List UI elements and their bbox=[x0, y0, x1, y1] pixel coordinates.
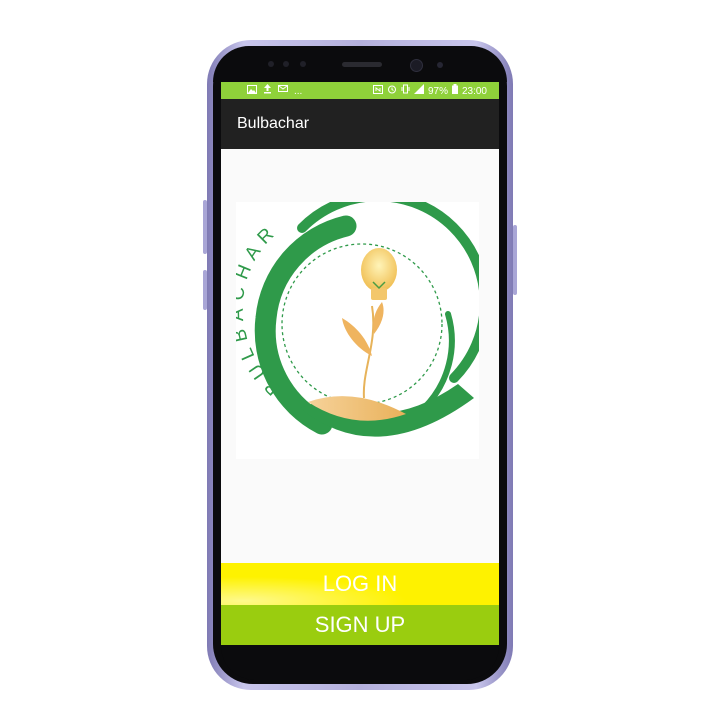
front-camera bbox=[410, 59, 423, 72]
upload-icon bbox=[263, 84, 272, 98]
proximity-sensor bbox=[268, 61, 274, 67]
power-button bbox=[513, 225, 517, 295]
app-bar: Bulbachar bbox=[221, 99, 499, 149]
signup-button[interactable]: SIGN UP bbox=[221, 605, 499, 645]
light-sensor bbox=[283, 61, 289, 67]
clock-time: 23:00 bbox=[461, 85, 487, 97]
status-right: 97% 23:00 bbox=[372, 84, 487, 98]
phone-screen: ... 97% 23:00 Bulbachar BU AR LOG IN SIG… bbox=[221, 82, 499, 645]
volume-down-button bbox=[203, 270, 207, 310]
volume-up-button bbox=[203, 200, 207, 254]
camera-sensor bbox=[437, 62, 443, 68]
image-icon bbox=[247, 84, 257, 98]
battery-icon bbox=[451, 84, 458, 98]
login-button[interactable]: LOG IN bbox=[221, 563, 499, 605]
signal-icon bbox=[413, 84, 424, 98]
status-left: ... bbox=[247, 84, 302, 98]
nfc-icon bbox=[372, 84, 383, 98]
battery-percent: 97% bbox=[427, 85, 448, 97]
alarm-icon bbox=[387, 84, 397, 98]
earpiece-speaker bbox=[342, 62, 382, 67]
message-icon bbox=[278, 84, 288, 98]
vibrate-icon bbox=[401, 84, 410, 98]
status-bar: ... 97% 23:00 bbox=[221, 82, 499, 99]
app-title: Bulbachar bbox=[237, 115, 310, 132]
iris-sensor bbox=[300, 61, 306, 67]
bulbachar-logo: BULBACHAR bbox=[227, 191, 490, 459]
more-notifications: ... bbox=[294, 85, 303, 97]
bottom-bezel bbox=[221, 645, 499, 680]
